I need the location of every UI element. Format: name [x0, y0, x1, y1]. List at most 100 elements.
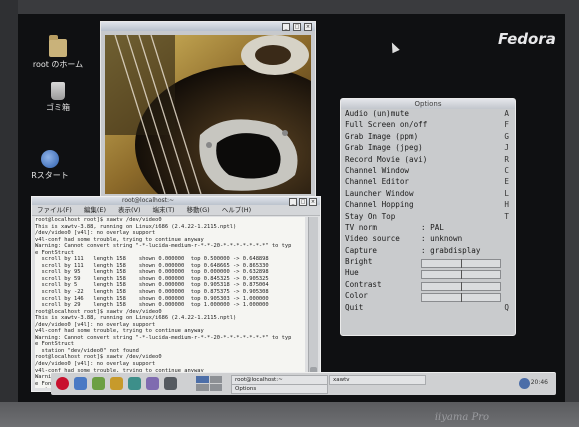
terminal-line: scroll by 95 length 158 shown 0.000000 t…: [35, 269, 269, 276]
start-here-icon: [41, 150, 59, 168]
guitar-video-image: [105, 35, 311, 194]
menu-item-label: Launcher Window: [345, 188, 414, 198]
web-browser-icon[interactable]: [74, 377, 87, 390]
close-icon[interactable]: ×: [304, 22, 312, 31]
menu-item-shortcut: G: [504, 131, 509, 141]
menu-item-grab-jpeg[interactable]: Grab Image (jpeg) J: [341, 143, 515, 154]
desktop-icon-label: ゴミ箱: [46, 103, 70, 112]
monitor-bezel-right: [565, 0, 579, 427]
main-menu-icon[interactable]: [56, 377, 69, 390]
terminal-line: Warning: Cannot convert string "-*-lucid…: [35, 243, 292, 250]
network-status-icon[interactable]: [519, 378, 530, 389]
email-icon[interactable]: [92, 377, 105, 390]
slider-thumb[interactable]: [461, 281, 462, 291]
menu-item-launcher-window[interactable]: Launcher Window L: [341, 189, 515, 200]
setting-value: : grabdisplay: [421, 245, 481, 255]
workspace-pager[interactable]: [196, 376, 222, 391]
menu-item-label: Record Movie (avi): [345, 154, 428, 164]
taskbar-clock: 20:46: [530, 379, 548, 386]
slider-label: Color: [345, 291, 368, 301]
menu-item-fullscreen[interactable]: Full Screen on/off F: [341, 120, 515, 131]
terminal-line: scroll by 29 length 158 shown 0.000000 t…: [35, 302, 269, 309]
contrast-slider[interactable]: [421, 281, 501, 291]
options-window[interactable]: Options Audio (un)mute A Full Screen on/…: [340, 98, 516, 336]
menu-file[interactable]: ファイル(F): [37, 205, 72, 215]
setting-label: TV norm: [345, 222, 378, 232]
home-folder-icon: [49, 35, 67, 57]
impress-icon[interactable]: [128, 377, 141, 390]
slider-thumb[interactable]: [461, 259, 462, 269]
xawtv-video-window[interactable]: _ □ ×: [100, 21, 316, 199]
monitor-brand: iiyama Pro: [434, 412, 489, 423]
minimize-icon[interactable]: _: [282, 22, 290, 31]
desktop-icon-home[interactable]: root のホーム: [28, 35, 88, 70]
workspace-4[interactable]: [209, 384, 222, 391]
menu-item-label: Audio (un)mute: [345, 109, 410, 118]
menu-view[interactable]: 表示(V): [118, 205, 141, 215]
menu-item-channel-window[interactable]: Channel Window C: [341, 166, 515, 177]
menu-go[interactable]: 移動(G): [187, 205, 210, 215]
menu-item-grab-ppm[interactable]: Grab Image (ppm) G: [341, 132, 515, 143]
hue-slider[interactable]: [421, 270, 501, 280]
taskbar-task-options[interactable]: Options: [231, 384, 328, 394]
menu-item-shortcut: H: [504, 200, 509, 210]
terminal-title: root@localhost:~: [122, 197, 175, 204]
menu-item-audio-mute[interactable]: Audio (un)mute A: [341, 109, 515, 120]
desktop-icon-start-here[interactable]: Rスタート: [20, 150, 80, 181]
menu-item-stay-on-top[interactable]: Stay On Top T: [341, 212, 515, 223]
menu-item-label: Grab Image (jpeg): [345, 143, 423, 153]
menu-item-label: Quit: [345, 302, 364, 312]
menu-item-shortcut: C: [504, 165, 509, 175]
video-frame: [105, 35, 311, 194]
taskbar-task-xawtv[interactable]: xawtv: [329, 375, 426, 385]
maximize-icon[interactable]: □: [293, 22, 301, 31]
terminal-scrollbar[interactable]: [308, 217, 318, 388]
terminal-output[interactable]: root@localhost root]$ xawtv /dev/video0 T…: [35, 217, 305, 388]
calc-icon[interactable]: [146, 377, 159, 390]
fedora-logo: Fedora: [498, 30, 556, 48]
setting-video-source[interactable]: Video source : unknown: [341, 234, 515, 245]
color-slider[interactable]: [421, 293, 501, 303]
menu-terminal[interactable]: 端末(T): [153, 205, 175, 215]
menu-item-shortcut: L: [504, 188, 509, 198]
menu-item-shortcut: F: [504, 120, 509, 130]
setting-capture[interactable]: Capture : grabdisplay: [341, 246, 515, 257]
monitor-bezel-top: [0, 0, 579, 14]
minimize-icon[interactable]: _: [289, 198, 297, 206]
terminal-titlebar[interactable]: root@localhost:~ _ □ ×: [32, 197, 320, 206]
video-window-titlebar[interactable]: _ □ ×: [101, 22, 315, 31]
workspace-1[interactable]: [196, 376, 209, 383]
slider-thumb[interactable]: [461, 293, 462, 303]
menu-item-record-movie[interactable]: Record Movie (avi) R: [341, 155, 515, 166]
setting-value: : unknown: [421, 234, 463, 244]
options-window-title: Options: [341, 99, 515, 109]
desktop-icon-trash[interactable]: ゴミ箱: [28, 82, 88, 113]
menu-item-channel-editor[interactable]: Channel Editor E: [341, 177, 515, 188]
slider-thumb[interactable]: [461, 270, 462, 280]
menu-edit[interactable]: 編集(E): [84, 205, 106, 215]
menu-item-shortcut: R: [504, 154, 509, 164]
close-icon[interactable]: ×: [309, 198, 317, 206]
terminal-window[interactable]: root@localhost:~ _ □ × ファイル(F) 編集(E) 表示(…: [31, 196, 321, 392]
printer-icon[interactable]: [164, 377, 177, 390]
menu-item-shortcut: Q: [504, 302, 509, 312]
workspace-3[interactable]: [196, 384, 209, 391]
bright-slider[interactable]: [421, 259, 501, 269]
menu-item-channel-hopping[interactable]: Channel Hopping H: [341, 200, 515, 211]
menu-item-shortcut: J: [504, 143, 509, 153]
monitor-bezel-left: [0, 0, 18, 427]
workspace-2[interactable]: [209, 376, 222, 383]
writer-icon[interactable]: [110, 377, 123, 390]
options-menu: Audio (un)mute A Full Screen on/off F Gr…: [341, 109, 515, 314]
menu-help[interactable]: ヘルプ(H): [222, 205, 251, 215]
setting-tv-norm[interactable]: TV norm : PAL: [341, 223, 515, 234]
maximize-icon[interactable]: □: [299, 198, 307, 206]
menu-item-label: Channel Window: [345, 165, 410, 175]
slider-label: Bright: [345, 257, 373, 267]
slider-row-color: Color: [341, 291, 515, 303]
slider-label: Hue: [345, 268, 359, 278]
menu-item-quit[interactable]: Quit Q: [341, 303, 515, 314]
setting-label: Video source: [345, 234, 400, 244]
slider-row-hue: Hue: [341, 268, 515, 280]
trash-icon: [51, 82, 65, 100]
